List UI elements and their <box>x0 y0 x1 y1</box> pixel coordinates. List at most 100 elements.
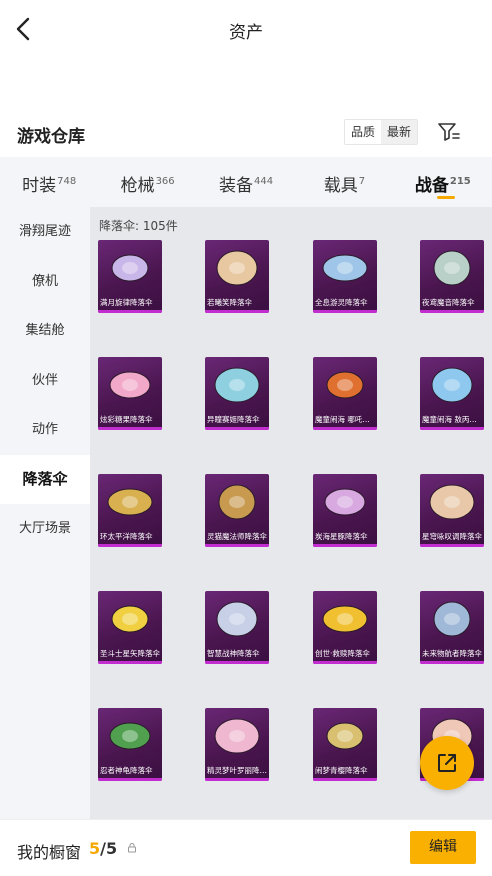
tab-combat-gear[interactable]: 战备215 <box>394 157 492 207</box>
parachute-image <box>433 250 471 286</box>
showcase-count-total: /5 <box>100 839 118 858</box>
parachute-name: 若曦笑降落伞 <box>207 298 252 307</box>
parachute-card[interactable]: 全息游灵降落伞 <box>313 240 377 313</box>
parachute-name: 未来物航者降落伞 <box>422 649 482 658</box>
edit-button[interactable]: 编辑 <box>410 831 476 864</box>
parachute-card[interactable]: 异瞳赛姬降落伞 <box>205 357 269 430</box>
tab-fashion[interactable]: 时装748 <box>0 157 98 207</box>
parachute-image <box>322 254 368 282</box>
parachute-name: 夜鸢魔音降落伞 <box>422 298 475 307</box>
category-tabs: 时装748 枪械366 装备444 载具7 战备215 <box>0 157 492 207</box>
tab-count: 748 <box>57 176 77 188</box>
sidebar-item-lobby-scene[interactable]: 大厅场景 <box>0 504 90 554</box>
parachute-image <box>322 605 368 633</box>
parachute-card[interactable]: 夜鸢魔音降落伞 <box>420 240 484 313</box>
subcategory-sidebar: 滑翔尾迹 僚机 集结舱 伙伴 动作 降落伞 大厅场景 <box>0 207 90 819</box>
parachute-card[interactable]: 灵猫魔法师降落伞 <box>205 474 269 547</box>
share-icon <box>438 754 456 772</box>
parachute-name: 圣斗士星矢降落伞 <box>100 649 160 658</box>
tab-count: 366 <box>155 176 175 188</box>
filter-icon <box>438 123 460 141</box>
top-header: 资产 <box>0 0 492 60</box>
parachute-name: 全息游灵降落伞 <box>315 298 368 307</box>
parachute-name: 魔童闹海 敖丙降落伞 <box>422 415 482 424</box>
lock-icon <box>128 843 136 853</box>
showcase-title: 我的橱窗 <box>17 843 82 862</box>
parachute-name: 异瞳赛姬降落伞 <box>207 415 260 424</box>
sidebar-item-assembly-pod[interactable]: 集结舱 <box>0 306 90 356</box>
parachute-name: 闹梦青樱降落伞 <box>315 766 368 775</box>
parachute-image <box>214 367 260 403</box>
item-count: 降落伞: 105件 <box>99 219 178 233</box>
parachute-image <box>433 601 471 637</box>
parachute-card[interactable]: 智慧战神降落伞 <box>205 591 269 664</box>
parachute-name: 创世·救赎降落伞 <box>315 649 370 658</box>
parachute-image <box>431 367 473 403</box>
parachute-card[interactable]: 创世·救赎降落伞 <box>313 591 377 664</box>
sort-toggle: 品质 最新 <box>344 119 418 145</box>
tab-equipment[interactable]: 装备444 <box>197 157 295 207</box>
tab-label: 载具 <box>323 176 358 196</box>
parachute-name: 精灵梦叶罗丽降落伞 <box>207 766 267 775</box>
showcase-count-current: 5 <box>89 839 101 858</box>
parachute-card[interactable]: 未来物航者降落伞 <box>420 591 484 664</box>
parachute-image <box>324 488 366 516</box>
parachute-card[interactable]: 精灵梦叶罗丽降落伞 <box>205 708 269 781</box>
sidebar-item-parachute[interactable]: 降落伞 <box>0 454 90 504</box>
showcase-bar: 我的橱窗 5/5 编辑 <box>0 819 492 876</box>
sidebar-item-companion[interactable]: 伙伴 <box>0 356 90 406</box>
sort-newest-button[interactable]: 最新 <box>381 120 417 144</box>
filter-button[interactable] <box>436 119 462 145</box>
parachute-card[interactable]: 环太平洋降落伞 <box>98 474 162 547</box>
sidebar-item-wingman[interactable]: 僚机 <box>0 257 90 307</box>
parachute-card[interactable]: 炫彩糖果降落伞 <box>98 357 162 430</box>
tab-vehicles[interactable]: 载具7 <box>295 157 393 207</box>
page-title: 资产 <box>229 23 263 43</box>
parachute-image <box>111 254 149 282</box>
parachute-image <box>216 250 258 286</box>
showcase-count: 5/5 <box>89 839 117 858</box>
parachute-name: 炭海星豚降落伞 <box>315 532 368 541</box>
share-button[interactable] <box>420 736 474 790</box>
parachute-name: 星穹咏叹调降落伞 <box>422 532 482 541</box>
parachute-card[interactable]: 炭海星豚降落伞 <box>313 474 377 547</box>
warehouse-title: 游戏仓库 <box>17 127 85 147</box>
parachute-image <box>326 722 364 750</box>
tab-count: 215 <box>449 176 471 188</box>
parachute-card[interactable]: 闹梦青樱降落伞 <box>313 708 377 781</box>
sort-quality-button[interactable]: 品质 <box>345 120 381 144</box>
sidebar-item-emote[interactable]: 动作 <box>0 405 90 455</box>
tab-label: 装备 <box>218 176 253 196</box>
parachute-name: 环太平洋降落伞 <box>100 532 153 541</box>
sidebar-item-glide-trail[interactable]: 滑翔尾迹 <box>0 207 90 257</box>
parachute-card[interactable]: 魔童闹海 敖丙降落伞 <box>420 357 484 430</box>
parachute-card[interactable]: 忍者神龟降落伞 <box>98 708 162 781</box>
parachute-name: 灵猫魔法师降落伞 <box>207 532 267 541</box>
parachute-image <box>326 371 364 399</box>
parachute-card[interactable]: 圣斗士星矢降落伞 <box>98 591 162 664</box>
tab-label: 战备 <box>414 176 449 196</box>
parachute-card[interactable]: 满月旋律降落伞 <box>98 240 162 313</box>
parachute-name: 魔童闹海 哪吒降落伞 <box>315 415 375 424</box>
parachute-name: 忍者神龟降落伞 <box>100 766 153 775</box>
app-root: 资产 游戏仓库 品质 最新 时装748 枪械366 装备444 载具7 战备21… <box>0 0 492 876</box>
parachute-card[interactable]: 星穹咏叹调降落伞 <box>420 474 484 547</box>
parachute-name: 满月旋律降落伞 <box>100 298 153 307</box>
parachute-image <box>111 605 149 633</box>
active-tab-indicator <box>436 196 455 199</box>
tab-weapons[interactable]: 枪械366 <box>98 157 196 207</box>
parachute-card[interactable]: 魔童闹海 哪吒降落伞 <box>313 357 377 430</box>
tab-label: 时装 <box>22 176 57 196</box>
parachute-image <box>109 722 151 750</box>
parachute-image <box>109 371 151 399</box>
parachute-image <box>214 718 260 754</box>
tab-label: 枪械 <box>120 176 155 196</box>
parachute-name: 智慧战神降落伞 <box>207 649 260 658</box>
warehouse-header: 游戏仓库 品质 最新 <box>0 115 492 151</box>
item-panel: 降落伞: 105件 满月旋律降落伞 若曦笑降落伞 全息游灵降落伞 夜鸢魔音降落伞炫彩糖… <box>90 207 492 819</box>
parachute-image <box>107 488 153 516</box>
parachute-card[interactable]: 若曦笑降落伞 <box>205 240 269 313</box>
parachute-image <box>218 484 256 520</box>
parachute-image <box>429 484 475 520</box>
tab-count: 7 <box>358 176 366 188</box>
